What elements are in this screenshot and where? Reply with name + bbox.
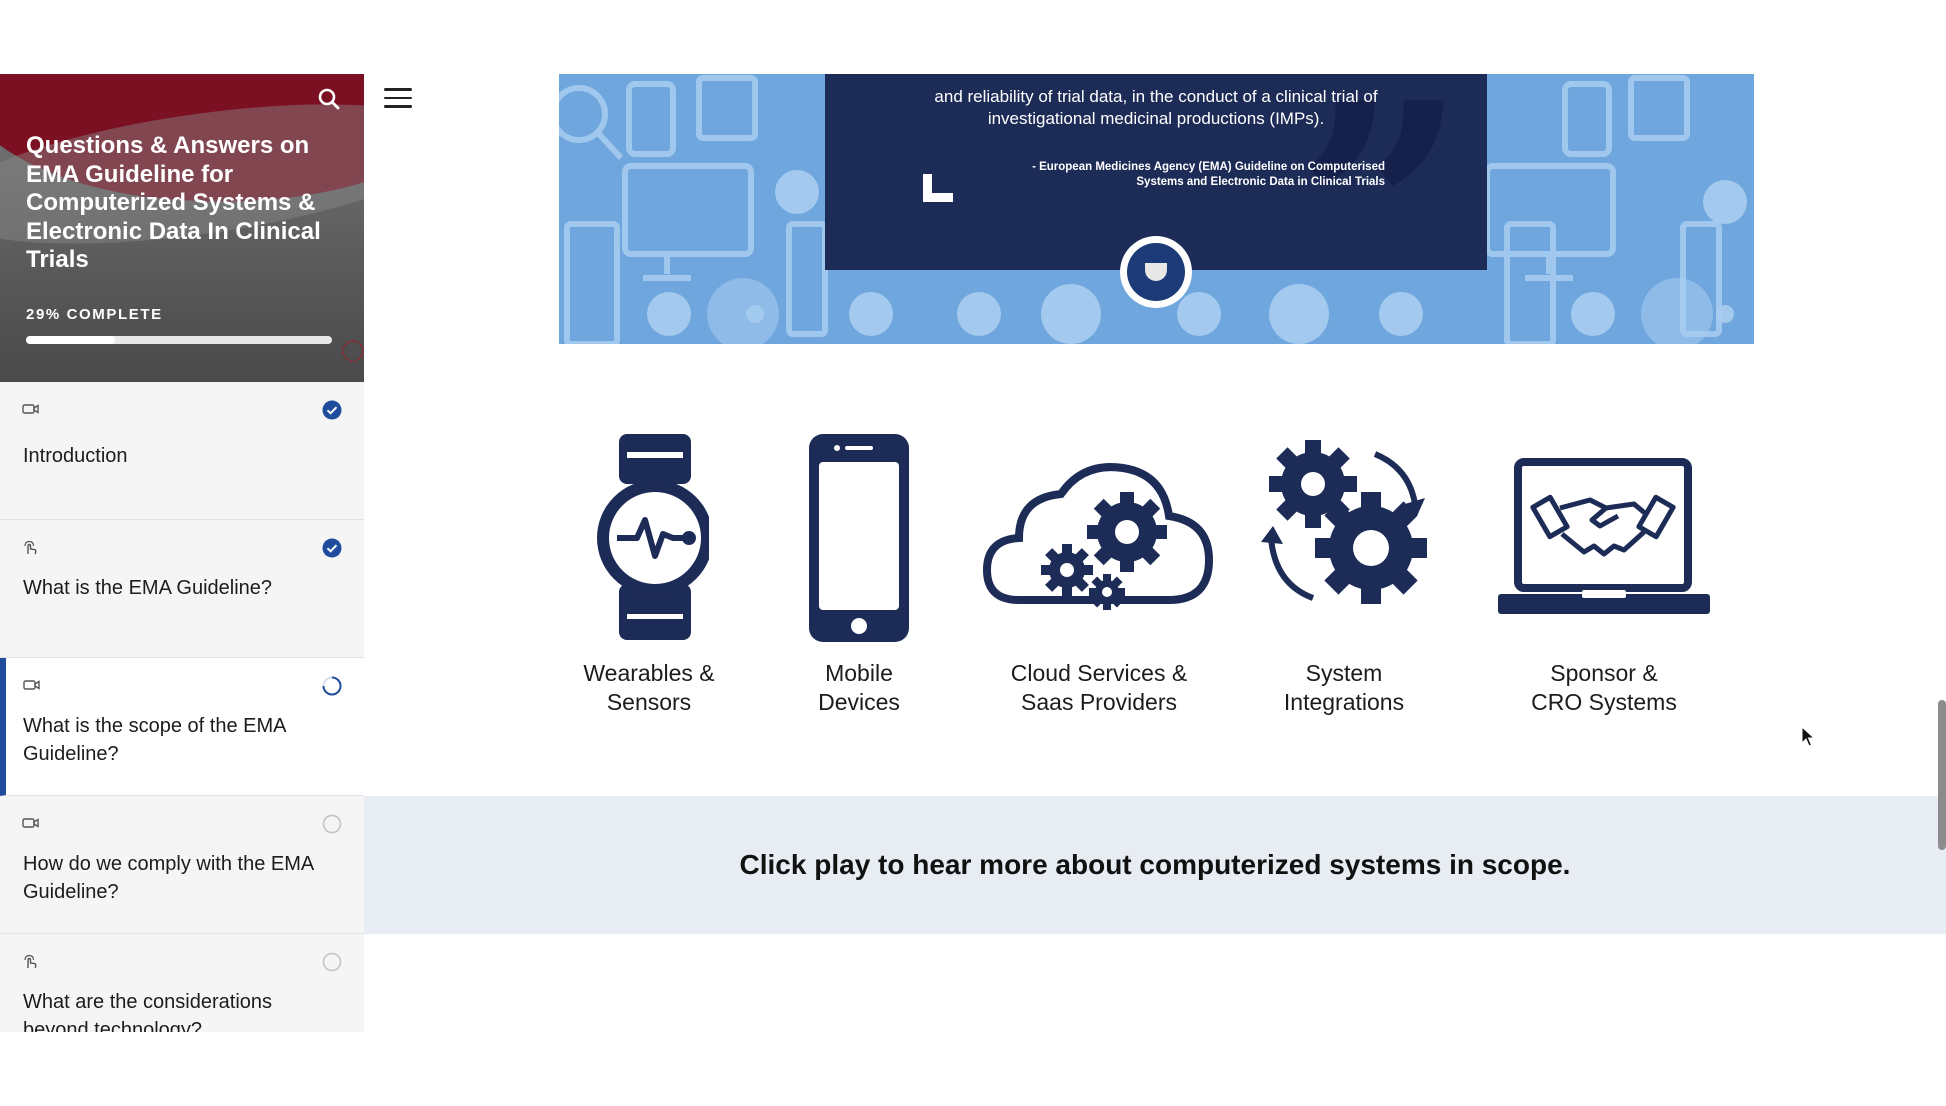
lesson-content: ” and reliability of trial data, in the …	[364, 74, 1946, 1032]
lesson-title: What is the EMA Guideline?	[23, 577, 273, 599]
brand-logo	[1120, 236, 1192, 308]
quote-banner: ” and reliability of trial data, in the …	[559, 74, 1754, 344]
lesson-item-comply[interactable]: How do we comply with the EMA Guideline?	[0, 796, 364, 934]
not-started-icon	[322, 814, 342, 834]
loading-icon	[342, 340, 364, 362]
audio-prompt-text: Click play to hear more about computeriz…	[739, 849, 1571, 880]
lesson-title: What is the scope of the EMA Guideline?	[23, 715, 286, 765]
lesson-item-introduction[interactable]: Introduction	[0, 382, 364, 520]
sidebar-header: Questions & Answers on EMA Guideline for…	[0, 74, 364, 382]
lesson-title: What are the considerations beyond techn…	[23, 991, 273, 1032]
video-icon	[23, 678, 41, 692]
interactive-icon	[22, 954, 40, 969]
lesson-item-considerations[interactable]: What are the considerations beyond techn…	[0, 934, 364, 1032]
lesson-title: Introduction	[23, 445, 128, 467]
system-mobile: Mobile Devices	[799, 434, 919, 717]
system-label: System Integrations	[1283, 660, 1405, 715]
system-sponsor-cro: Sponsor & CRO Systems	[1494, 434, 1714, 717]
system-label: Wearables & Sensors	[583, 660, 715, 715]
system-cloud: Cloud Services & Saas Providers	[979, 434, 1219, 717]
cloud-gears-icon	[979, 434, 1219, 649]
systems-in-scope: Wearables & Sensors Mobile Devices Cloud…	[559, 434, 1754, 734]
course-player: Questions & Answers on EMA Guideline for…	[0, 74, 1946, 1032]
quote-text: and reliability of trial data, in the co…	[934, 87, 1378, 128]
scrollbar-thumb[interactable]	[1938, 700, 1946, 850]
complete-check-icon	[322, 538, 342, 558]
interactive-icon	[22, 540, 40, 555]
menu-icon[interactable]	[384, 88, 412, 110]
progress-label: 29% COMPLETE	[26, 306, 163, 323]
progress-bar-fill	[26, 336, 115, 344]
lesson-item-what-is-ema[interactable]: What is the EMA Guideline?	[0, 520, 364, 658]
not-started-icon	[322, 952, 342, 972]
course-sidebar: Questions & Answers on EMA Guideline for…	[0, 74, 364, 1032]
video-icon	[22, 816, 40, 830]
smartwatch-icon	[579, 434, 719, 649]
video-icon	[22, 402, 40, 416]
system-wearables: Wearables & Sensors	[579, 434, 719, 717]
search-icon[interactable]	[316, 86, 342, 112]
in-progress-icon	[322, 676, 342, 696]
system-integrations: System Integrations	[1259, 434, 1429, 717]
system-label: Cloud Services & Saas Providers	[1010, 660, 1188, 715]
gears-cycle-icon	[1259, 434, 1429, 649]
mouse-pointer-icon	[1801, 725, 1816, 748]
smartphone-icon	[799, 434, 919, 649]
lesson-item-scope[interactable]: What is the scope of the EMA Guideline?	[0, 658, 364, 796]
lesson-title: How do we comply with the EMA Guideline?	[23, 853, 314, 903]
system-label: Mobile Devices	[818, 660, 900, 715]
course-title: Questions & Answers on EMA Guideline for…	[26, 132, 321, 273]
system-label: Sponsor & CRO Systems	[1531, 660, 1677, 715]
laptop-handshake-icon	[1494, 434, 1714, 649]
complete-check-icon	[322, 400, 342, 420]
progress-bar	[26, 336, 332, 344]
audio-prompt-band: Click play to hear more about computeriz…	[364, 796, 1946, 934]
quote-corner-icon	[923, 174, 953, 204]
quote-source: - European Medicines Agency (EMA) Guidel…	[1032, 161, 1385, 188]
